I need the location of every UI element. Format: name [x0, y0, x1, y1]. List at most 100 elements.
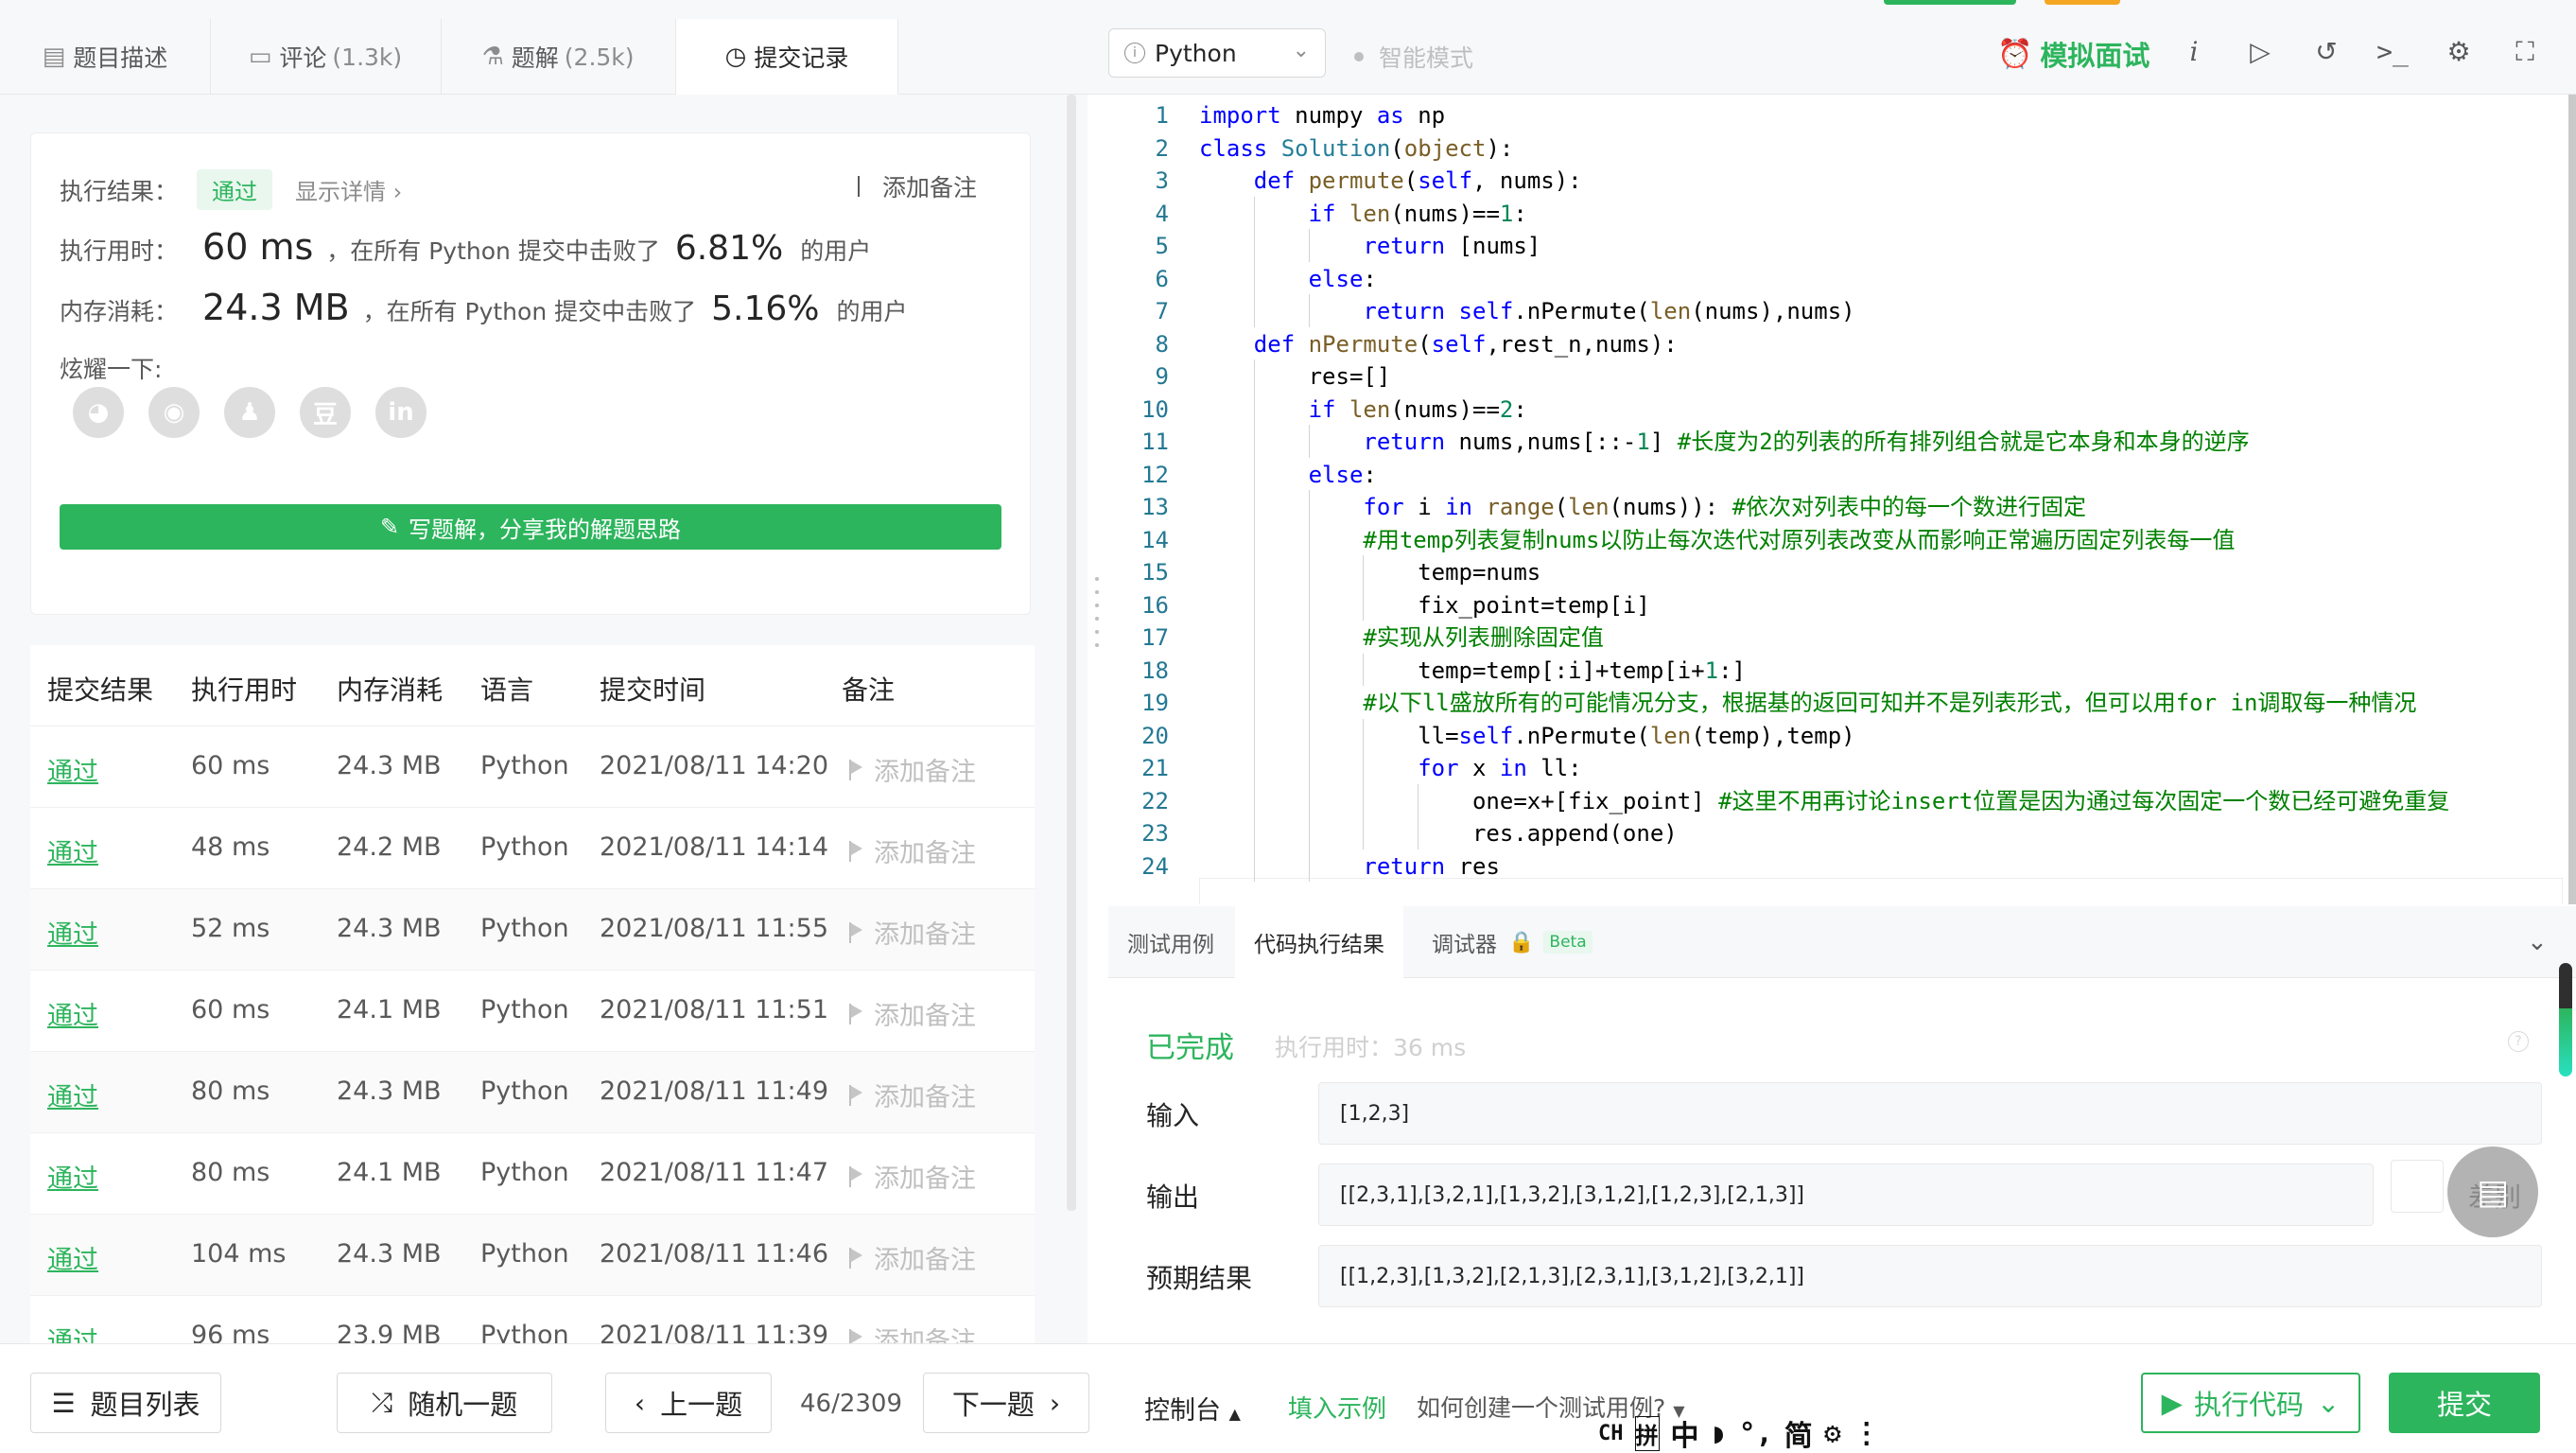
code-line[interactable]: 6 else:: [1108, 262, 2565, 296]
ime-simplified[interactable]: 简: [1784, 1412, 1813, 1453]
result-link[interactable]: 通过: [47, 832, 98, 869]
result-link[interactable]: 通过: [47, 914, 98, 951]
info-italic-icon[interactable]: i: [2175, 36, 2213, 67]
result-link[interactable]: 通过: [47, 1158, 98, 1195]
code-line[interactable]: 17 #实现从列表删除固定值: [1108, 621, 2565, 655]
runtime-text: ，在所有 Python 提交中击败了: [326, 237, 660, 265]
weibo-icon[interactable]: ◉: [148, 387, 200, 438]
problem-list-button[interactable]: ☰ 题目列表: [30, 1373, 221, 1433]
help-icon[interactable]: ?: [2508, 1031, 2529, 1052]
add-note-button[interactable]: 添加备注: [849, 1077, 976, 1113]
wechat-icon[interactable]: ◕: [73, 387, 124, 438]
tab-comments[interactable]: ▭ 评论 (1.3k): [210, 19, 441, 95]
code-line[interactable]: 20 ll=self.nPermute(len(temp),temp): [1108, 719, 2565, 753]
code-line[interactable]: 11 return nums,nums[::-1] #长度为2的列表的所有排列组…: [1108, 425, 2565, 459]
reset-icon[interactable]: ↺: [2307, 36, 2345, 67]
code-line[interactable]: 2 class Solution(object):: [1108, 131, 2565, 166]
tab-solutions[interactable]: ⚗ 题解 (2.5k): [441, 19, 675, 95]
code-line[interactable]: 7 return self.nPermute(len(nums),nums): [1108, 294, 2565, 328]
add-note-button[interactable]: 添加备注: [849, 995, 976, 1032]
run-code-button[interactable]: ▶ 执行代码 ⌄: [2141, 1373, 2360, 1433]
result-link[interactable]: 通过: [47, 751, 98, 788]
language-select[interactable]: i Python ⌄: [1108, 28, 1326, 78]
collapse-chevron-icon[interactable]: ⌄: [2508, 906, 2567, 978]
terminal-icon[interactable]: >_: [2374, 36, 2411, 67]
code-line[interactable]: 15 temp=nums: [1108, 555, 2565, 589]
add-note-button[interactable]: 添加备注: [849, 751, 976, 788]
add-note-button[interactable]: 添加备注: [849, 1239, 976, 1276]
tab-submissions[interactable]: ◷ 提交记录: [675, 19, 898, 95]
code-line[interactable]: 22 one=x+[fix_point] #这里不用再讨论insert位置是因为…: [1108, 784, 2565, 818]
fill-example-link[interactable]: 填入示例: [1288, 1390, 1386, 1425]
code-line[interactable]: 18 temp=temp[:i]+temp[i+1:]: [1108, 654, 2565, 688]
code-line[interactable]: 9 res=[]: [1108, 359, 2565, 394]
douban-icon[interactable]: 豆: [300, 387, 351, 438]
code-line[interactable]: 13 for i in range(len(nums)): #依次对列表中的每一…: [1108, 490, 2565, 524]
play-outline-icon[interactable]: ▷: [2241, 36, 2279, 67]
editor-scrollbar[interactable]: [2568, 95, 2576, 904]
time-cell: 2021/08/11 14:20: [600, 751, 829, 780]
code-line[interactable]: 4 if len(nums)==1:: [1108, 197, 2565, 231]
code-line[interactable]: 1 import numpy as np: [1108, 98, 2565, 132]
ime-settings-icon[interactable]: ⚙: [1824, 1417, 1841, 1450]
tab-description[interactable]: ▤ 题目描述: [0, 19, 210, 95]
submit-button[interactable]: 提交: [2389, 1373, 2540, 1433]
tab-label: 题目描述: [73, 44, 168, 72]
code-line[interactable]: 24 return res: [1108, 849, 2565, 884]
random-problem-button[interactable]: ⤮ 随机一题: [337, 1373, 552, 1433]
code-line[interactable]: 23 res.append(one): [1108, 816, 2565, 850]
result-link[interactable]: 通过: [47, 1077, 98, 1113]
mock-interview-button[interactable]: ⏰ 模拟面试: [1997, 34, 2150, 74]
show-detail-link[interactable]: 显示详情 ›: [295, 173, 402, 206]
expected-value-box: [[1,2,3],[1,3,2],[2,1,3],[2,3,1],[3,1,2]…: [1318, 1245, 2542, 1307]
prev-problem-button[interactable]: ‹ 上一题: [605, 1373, 772, 1433]
add-note-button[interactable]: 添加备注: [849, 1321, 976, 1345]
add-note-button[interactable]: 添加备注: [857, 169, 977, 203]
code-line[interactable]: 14 #用temp列表复制nums以防止每次迭代对原列表改变从而影响正常遍历固定…: [1108, 523, 2565, 557]
code-line[interactable]: 5 return [nums]: [1108, 229, 2565, 263]
result-link[interactable]: 通过: [47, 1239, 98, 1276]
fullscreen-icon[interactable]: ⛶: [2506, 36, 2544, 68]
ime-punct[interactable]: °,: [1739, 1417, 1773, 1450]
code-line[interactable]: 10 if len(nums)==2:: [1108, 393, 2565, 427]
notebook-icon[interactable]: ▤: [2447, 1147, 2538, 1237]
ime-moon-icon[interactable]: ◗: [1711, 1417, 1728, 1450]
linkedin-icon[interactable]: in: [375, 387, 426, 438]
code-line[interactable]: 8 def nPermute(self,rest_n,nums):: [1108, 327, 2565, 361]
add-note-button[interactable]: 添加备注: [849, 914, 976, 951]
ime-more-icon[interactable]: ⋮: [1853, 1417, 1881, 1450]
ime-toolbar[interactable]: CH 拼 中 ◗ °, 简 ⚙ ⋮: [1598, 1412, 1881, 1453]
smart-mode-toggle[interactable]: 智能模式: [1354, 40, 1473, 74]
indent-guide: [1253, 392, 1255, 425]
problem-list-label: 题目列表: [90, 1389, 200, 1421]
indent-guide: [1308, 686, 1310, 719]
code-editor[interactable]: 1 import numpy as np 2 class Solution(objec…: [1108, 95, 2576, 904]
result-link[interactable]: 通过: [47, 995, 98, 1032]
ime-chinese[interactable]: 中: [1671, 1412, 1699, 1453]
code-line[interactable]: 16 fix_point=temp[i]: [1108, 588, 2565, 622]
tab-run-result[interactable]: 代码执行结果: [1235, 906, 1403, 978]
resize-handle[interactable]: [1095, 577, 1101, 672]
line-number: 7: [1155, 298, 1169, 324]
ime-pinyin[interactable]: 拼: [1634, 1415, 1660, 1451]
code-line[interactable]: 19 #以下ll盛放所有的可能情况分支，根据基的返回可知并不是列表形式，但可以用…: [1108, 686, 2565, 720]
qq-icon[interactable]: ♟: [224, 387, 275, 438]
add-note-button[interactable]: 添加备注: [849, 1158, 976, 1195]
write-solution-button[interactable]: ✎ 写题解，分享我的解题思路: [60, 504, 1001, 550]
next-problem-button[interactable]: 下一题 ›: [923, 1373, 1089, 1433]
left-scrollbar[interactable]: [1067, 95, 1076, 1211]
table-row: 通过 60 ms 24.3 MB Python 2021/08/11 14:20…: [30, 726, 1035, 808]
ime-ch[interactable]: CH: [1598, 1422, 1624, 1445]
diff-toggle[interactable]: [2391, 1160, 2444, 1213]
settings-icon[interactable]: ⚙: [2440, 36, 2478, 67]
tab-debugger[interactable]: 调试器 🔒 Beta: [1413, 906, 1611, 978]
tab-testcase[interactable]: 测试用例: [1108, 906, 1233, 978]
console-toggle[interactable]: 控制台 ▲: [1144, 1390, 1241, 1427]
tab-label: 代码执行结果: [1254, 933, 1384, 957]
flask-icon: ⚗: [481, 43, 504, 71]
result-link[interactable]: 通过: [47, 1321, 98, 1345]
code-line[interactable]: 3 def permute(self, nums):: [1108, 164, 2565, 198]
add-note-button[interactable]: 添加备注: [849, 832, 976, 869]
code-line[interactable]: 12 else:: [1108, 458, 2565, 492]
code-line[interactable]: 21 for x in ll:: [1108, 751, 2565, 785]
